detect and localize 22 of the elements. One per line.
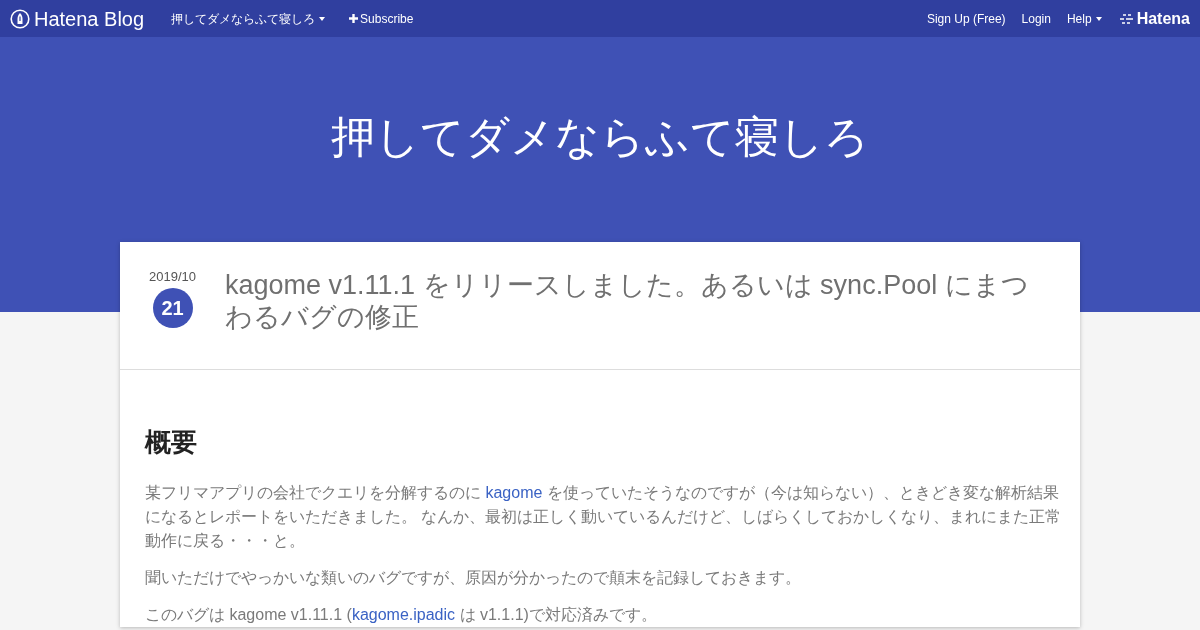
hatena-logo[interactable]: Hatena bbox=[1117, 10, 1190, 27]
paragraph: このバグは kagome v1.11.1 (kagome.ipadic は v1.1.1)で対応済みです。 bbox=[145, 605, 658, 625]
pen-logo-icon bbox=[10, 8, 30, 29]
text-link[interactable]: kagome.ipadic bbox=[351, 606, 456, 623]
day-badge: 21 bbox=[152, 288, 193, 328]
caret-icon bbox=[319, 16, 326, 21]
section-heading: 概要 bbox=[145, 426, 198, 458]
entry-date: 2019/10 bbox=[149, 269, 196, 285]
nav-link[interactable]: Login bbox=[1021, 9, 1051, 28]
paragraph: 聞いただけでやっかいな類いのバグですが、原因が分かったので顛末を記録しておきます。 bbox=[145, 568, 802, 588]
subscribe-button[interactable]: Subscribe bbox=[349, 9, 414, 28]
nav-link[interactable]: Sign Up (Free) bbox=[926, 9, 1006, 28]
text-link[interactable]: kagome bbox=[485, 484, 543, 501]
paragraph: 某フリマアプリの会社でクエリを分解するのに kagome を使っていたそうなのですが（今は知らない）、ときどき変な解析結果になるとレポートをいただきました。 なんか、最初は正しく動いているんだけど、しばらくしておかしくなり、まれにまた正常動作に戻る・・・と。 bbox=[145, 483, 1063, 551]
help-menu[interactable]: Help bbox=[1066, 9, 1102, 28]
plus-icon bbox=[349, 14, 359, 23]
entry-title[interactable]: kagome v1.11.1 をリリースしました。あるいは sync.Pool にまつわるバグの修正 bbox=[225, 269, 1050, 333]
blog-menu[interactable]: 押してダメならふて寝しろ bbox=[171, 9, 326, 28]
blog-logo[interactable]: Hatena Blog bbox=[10, 8, 145, 29]
lines-logo-icon bbox=[1117, 13, 1134, 24]
caret-icon bbox=[1095, 16, 1102, 21]
blog-title: 押してダメならふて寝しろ bbox=[331, 111, 869, 163]
